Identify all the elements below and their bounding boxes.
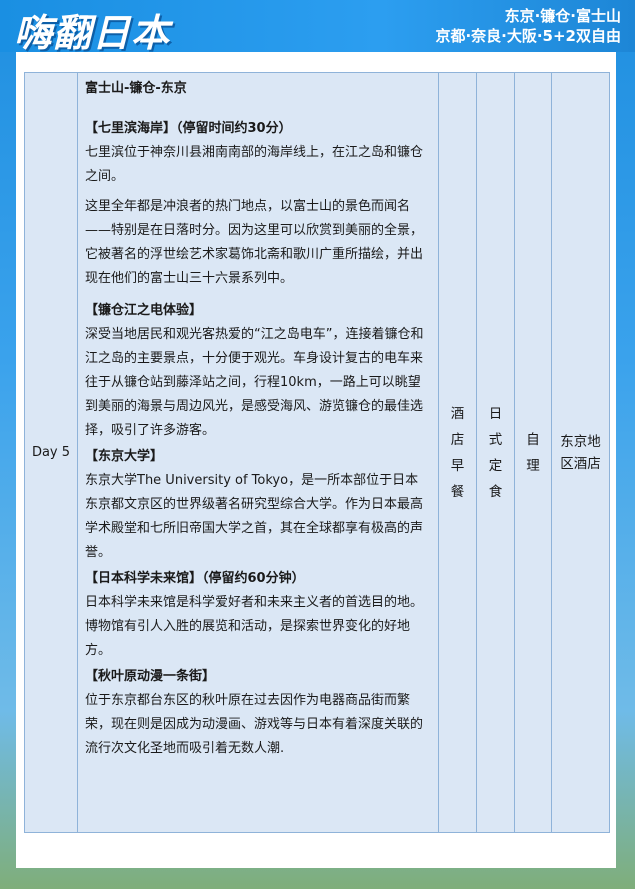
itinerary-page: Day 5 富士山-镰仓-东京 【七里滨海岸】（停留时间约30分） 七里滨位于神… [16,52,616,868]
section-paragraph: 深受当地居民和观光客热爱的“江之岛电车”，连接着镰仓和江之岛的主要景点，十分便于… [85,327,424,438]
hotel-text: 东京地区酒店 [560,433,601,472]
hotel-cell: 东京地区酒店 [551,72,610,833]
page-header: 嗨翻日本 东京·镰仓·富士山 京都·奈良·大阪·5+2双自由 [0,0,635,55]
section-heading: 【镰仓江之电体验】 [85,303,203,318]
route-summary: 东京·镰仓·富士山 京都·奈良·大阪·5+2双自由 [435,6,621,46]
day-cell: Day 5 [24,72,78,833]
lunch-text: 日式定食 [488,405,503,500]
route-line-1: 东京·镰仓·富士山 [504,7,621,25]
section-paragraph: 日本科学未来馆是科学爱好者和未来主义者的首选目的地。博物馆有引人入胜的展览和活动… [85,595,424,658]
breakfast-cell: 酒店早餐 [438,72,477,833]
breakfast-text: 酒店早餐 [450,405,465,500]
section-paragraph: 七里滨位于神奈川县湘南南部的海岸线上，在江之岛和镰仓之间。 [85,145,424,184]
route-line-2: 京都·奈良·大阪·5+2双自由 [435,27,621,45]
itinerary-table: Day 5 富士山-镰仓-东京 【七里滨海岸】（停留时间约30分） 七里滨位于神… [24,72,610,833]
table-row: Day 5 富士山-镰仓-东京 【七里滨海岸】（停留时间约30分） 七里滨位于神… [24,72,610,833]
route-title: 富士山-镰仓-东京 [85,81,187,96]
dinner-text: 自理 [526,431,540,474]
section-paragraph: 这里全年都是冲浪者的热门地点，以富士山的景色而闻名——特别是在日落时分。因为这里… [85,199,424,286]
section-heading: 【七里滨海岸】（停留时间约30分） [85,121,292,136]
brand-logo: 嗨翻日本 [14,11,171,55]
description-cell: 富士山-镰仓-东京 【七里滨海岸】（停留时间约30分） 七里滨位于神奈川县湘南南… [77,72,439,833]
section-heading: 【秋叶原动漫一条街】 [85,669,216,684]
section-paragraph: 东京大学The University of Tokyo，是一所本部位于日本东京都… [85,473,424,560]
section-heading: 【日本科学未来馆】（停留约60分钟） [85,571,305,586]
lunch-cell: 日式定食 [476,72,515,833]
dinner-cell: 自理 [514,72,552,833]
section-paragraph: 位于东京都台东区的秋叶原在过去因作为电器商品街而繁荣，现在则是因成为动漫画、游戏… [85,693,424,756]
section-heading: 【东京大学】 [85,449,164,464]
